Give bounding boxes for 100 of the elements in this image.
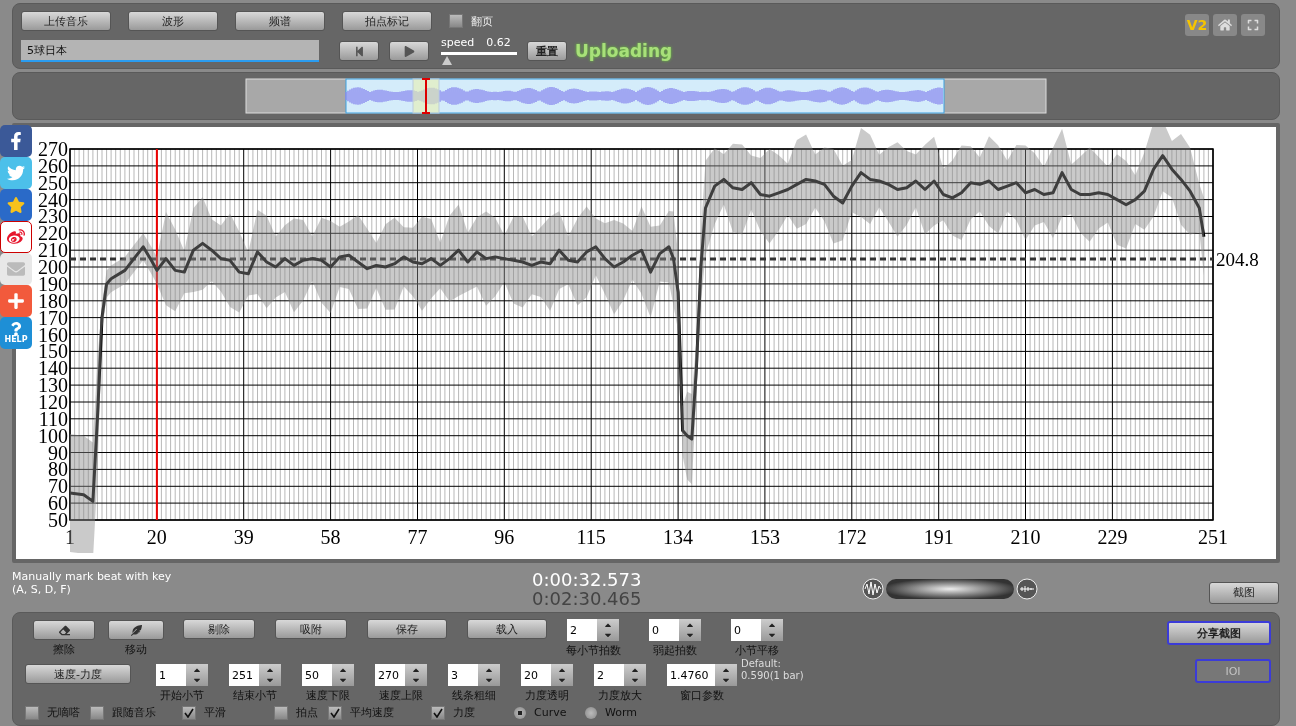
stepper-arrows-icon[interactable] <box>624 664 646 687</box>
number-field[interactable]: 270 <box>375 664 405 687</box>
x-axis-label: 39 <box>233 525 254 548</box>
play-icon <box>403 45 415 57</box>
move-button[interactable] <box>108 620 164 641</box>
field-label: 窗口参数 <box>680 688 724 704</box>
field-label: 速度上限 <box>379 688 423 704</box>
title-field[interactable]: 5球日本 <box>21 40 319 62</box>
snapshot-button[interactable]: 截图 <box>1209 581 1279 604</box>
eraser-button[interactable] <box>33 620 95 641</box>
checkbox-label: 翻页 <box>471 13 493 29</box>
stepper-arrows-icon[interactable] <box>186 664 208 687</box>
action-button[interactable]: 剔除 <box>183 619 255 640</box>
share-snapshot-button[interactable]: 分享截图 <box>1167 621 1271 646</box>
x-axis-label: 1 <box>65 525 75 548</box>
field-label: 每小节拍数 <box>565 643 621 659</box>
fade-bar[interactable] <box>886 578 1014 599</box>
tool-label: 擦除 <box>53 642 75 658</box>
checkbox[interactable] <box>274 705 288 720</box>
field-label: 线条粗细 <box>452 688 496 704</box>
radio-button[interactable] <box>514 706 526 719</box>
action-button[interactable]: 吸附 <box>275 619 347 640</box>
number-field[interactable]: 1.4760 <box>667 664 715 687</box>
x-axis-label: 210 <box>1010 525 1041 548</box>
x-axis-label: 153 <box>749 525 780 548</box>
checkbox[interactable] <box>449 14 463 28</box>
action-button[interactable]: 保存 <box>367 619 447 640</box>
action-button[interactable]: 载入 <box>467 619 547 640</box>
field-label: 力度放大 <box>598 688 642 704</box>
speed-label: speed <box>441 36 475 49</box>
stepper-arrows-icon[interactable] <box>478 664 500 687</box>
number-field[interactable]: 1 <box>156 664 186 687</box>
fullscreen-icon[interactable] <box>1241 14 1265 36</box>
slider-thumb[interactable] <box>442 56 453 65</box>
x-axis-label: 96 <box>494 525 515 548</box>
radio-label: Worm <box>605 706 637 720</box>
rewind-button[interactable] <box>339 41 379 61</box>
waveform-icon[interactable] <box>862 577 884 600</box>
stepper-arrows-icon[interactable] <box>597 619 619 642</box>
skip-back-icon <box>353 45 365 57</box>
tab-button[interactable]: 拍点标记 <box>342 11 432 31</box>
field-label: 弱起拍数 <box>653 643 697 659</box>
reset-button[interactable]: 重置 <box>527 41 567 61</box>
stepper-arrows-icon[interactable] <box>551 664 573 687</box>
weibo-icon[interactable] <box>0 221 32 253</box>
checkbox[interactable] <box>431 705 445 720</box>
field-label: 开始小节 <box>160 688 204 704</box>
y-axis-label: 270 <box>38 137 68 160</box>
stepper-arrows-icon[interactable] <box>259 664 281 687</box>
tab-button[interactable]: 频谱 <box>235 11 325 31</box>
field-label: 结束小节 <box>233 688 277 704</box>
stepper-arrows-icon[interactable] <box>761 619 783 642</box>
number-field[interactable]: 0 <box>649 619 679 642</box>
checkbox[interactable] <box>90 705 104 720</box>
home-icon[interactable] <box>1213 14 1237 36</box>
field-label: 小节平移 <box>735 643 779 659</box>
x-axis-label: 251 <box>1198 525 1228 548</box>
stepper-arrows-icon[interactable] <box>332 664 354 687</box>
waveform-icon[interactable] <box>1016 577 1038 600</box>
checkbox-label: 无嘀嗒 <box>47 705 80 721</box>
number-field[interactable]: 3 <box>448 664 478 687</box>
question-icon <box>9 322 23 336</box>
total-time: 0:02:30.465 <box>532 588 642 608</box>
upload-status: Uploading <box>575 41 673 61</box>
radio-label: Curve <box>534 706 567 720</box>
help-button[interactable]: HELP <box>0 317 32 349</box>
number-field[interactable]: 2 <box>594 664 624 687</box>
number-field[interactable]: 251 <box>229 664 259 687</box>
number-field[interactable]: 2 <box>567 619 597 642</box>
checkbox-label: 力度 <box>453 705 475 721</box>
mode-button[interactable]: 速度-力度 <box>25 664 131 685</box>
x-axis-label: 115 <box>576 525 606 548</box>
number-field[interactable]: 20 <box>521 664 551 687</box>
checkbox[interactable] <box>25 705 39 720</box>
stepper-arrows-icon[interactable] <box>679 619 701 642</box>
hint-text: Manually mark beat with key (A, S, D, F) <box>12 569 173 596</box>
checkbox[interactable] <box>182 705 196 720</box>
current-time: 0:00:32.573 <box>532 569 642 589</box>
tab-button[interactable]: 波形 <box>128 11 218 31</box>
stepper-arrows-icon[interactable] <box>715 664 737 687</box>
plus-icon[interactable] <box>0 285 32 317</box>
number-field[interactable]: 50 <box>302 664 332 687</box>
speed-slider[interactable] <box>441 52 517 66</box>
checkbox-label: 平滑 <box>204 705 226 721</box>
checkbox[interactable] <box>328 705 342 720</box>
facebook-icon[interactable] <box>0 125 32 157</box>
overview-waveform-drawing[interactable] <box>245 77 1047 114</box>
field-label: 速度下限 <box>306 688 350 704</box>
speed-value: 0.62 <box>486 36 511 49</box>
stepper-arrows-icon[interactable] <box>405 664 427 687</box>
x-axis-label: 229 <box>1097 525 1128 548</box>
number-field[interactable]: 0 <box>731 619 761 642</box>
tab-button[interactable]: 上传音乐 <box>21 11 111 31</box>
checkbox-label: 拍点 <box>296 705 318 721</box>
radio-button[interactable] <box>585 706 597 719</box>
eraser-icon <box>58 624 70 636</box>
tool-label: 移动 <box>125 642 147 658</box>
x-axis-label: 58 <box>320 525 341 548</box>
x-axis-label: 20 <box>146 525 167 548</box>
play-button[interactable] <box>389 41 429 61</box>
